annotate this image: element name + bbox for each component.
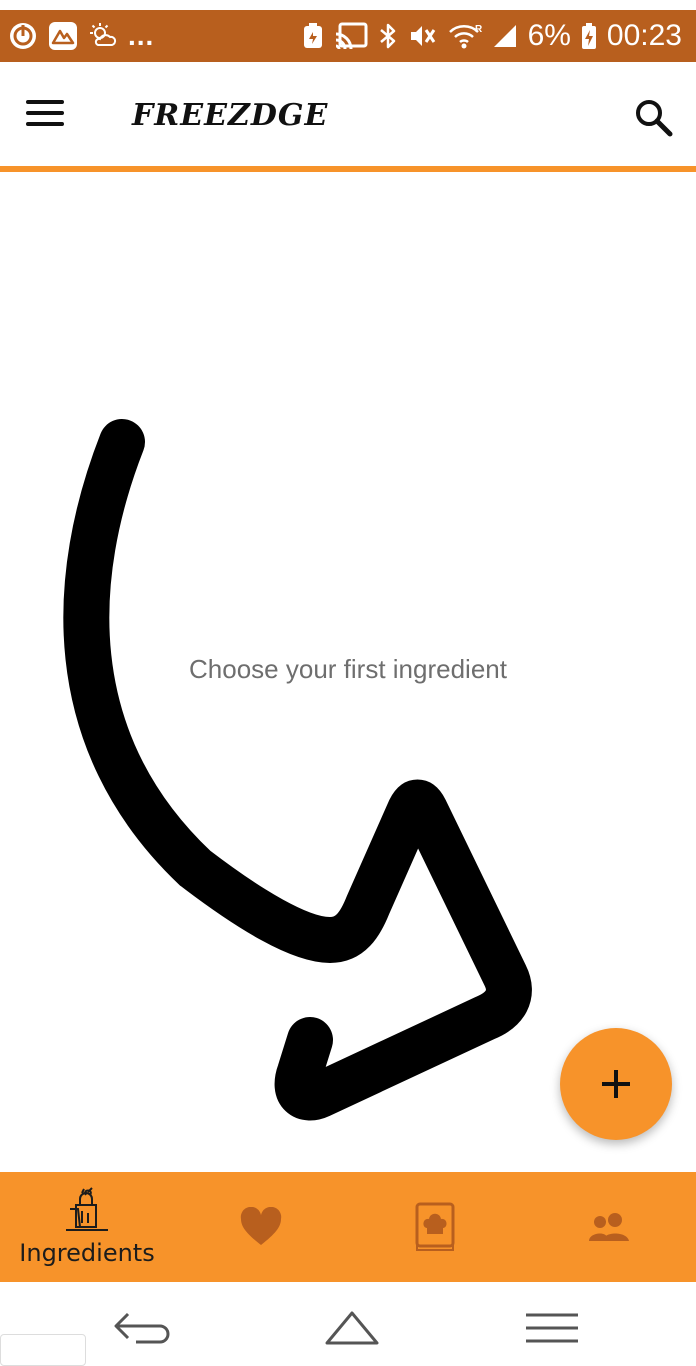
grocery-bag-icon: [66, 1187, 108, 1231]
svg-text:R: R: [475, 24, 482, 35]
search-icon[interactable]: [632, 96, 676, 140]
overlay-tab-corner: [0, 1334, 86, 1366]
status-left-icons: ...: [8, 21, 154, 51]
battery-saver-icon: [302, 22, 324, 50]
power-icon: [8, 21, 38, 51]
more-notifications-indicator: ...: [128, 20, 155, 51]
weather-icon: [88, 21, 118, 51]
back-icon[interactable]: [112, 1308, 176, 1353]
signal-icon: [492, 23, 518, 49]
recipe-book-icon: [415, 1202, 455, 1251]
battery-percent: 6%: [527, 19, 571, 52]
heart-icon: [240, 1207, 282, 1245]
nav-item-ingredients[interactable]: Ingredients: [0, 1172, 174, 1282]
recents-icon[interactable]: [524, 1312, 580, 1349]
status-right-icons: R 6% 00:23: [302, 21, 682, 51]
wifi-icon: R: [448, 22, 482, 50]
empty-state-message: Choose your first ingredient: [189, 654, 507, 684]
nav-label-ingredients: Ingredients: [19, 1239, 155, 1267]
clock: 00:23: [606, 19, 682, 52]
charging-icon: [581, 22, 597, 50]
bluetooth-icon: [378, 21, 398, 51]
people-icon: [589, 1213, 629, 1241]
cast-icon: [334, 22, 368, 50]
app-title: FREEZDGE: [132, 98, 329, 133]
status-bar: ... R 6% 00:23: [0, 10, 696, 62]
mute-icon: [408, 22, 438, 50]
nav-item-favorites[interactable]: [174, 1172, 348, 1282]
nav-item-community[interactable]: [522, 1172, 696, 1282]
app-bar-divider: [0, 166, 696, 172]
add-ingredient-button[interactable]: [560, 1028, 672, 1140]
menu-icon[interactable]: [22, 94, 68, 134]
app-bar: [0, 62, 696, 168]
home-icon[interactable]: [324, 1310, 380, 1351]
plus-icon: [602, 1070, 630, 1098]
mountain-app-icon: [48, 21, 78, 51]
bottom-navigation: Ingredients: [0, 1172, 696, 1282]
nav-item-recipes[interactable]: [348, 1172, 522, 1282]
